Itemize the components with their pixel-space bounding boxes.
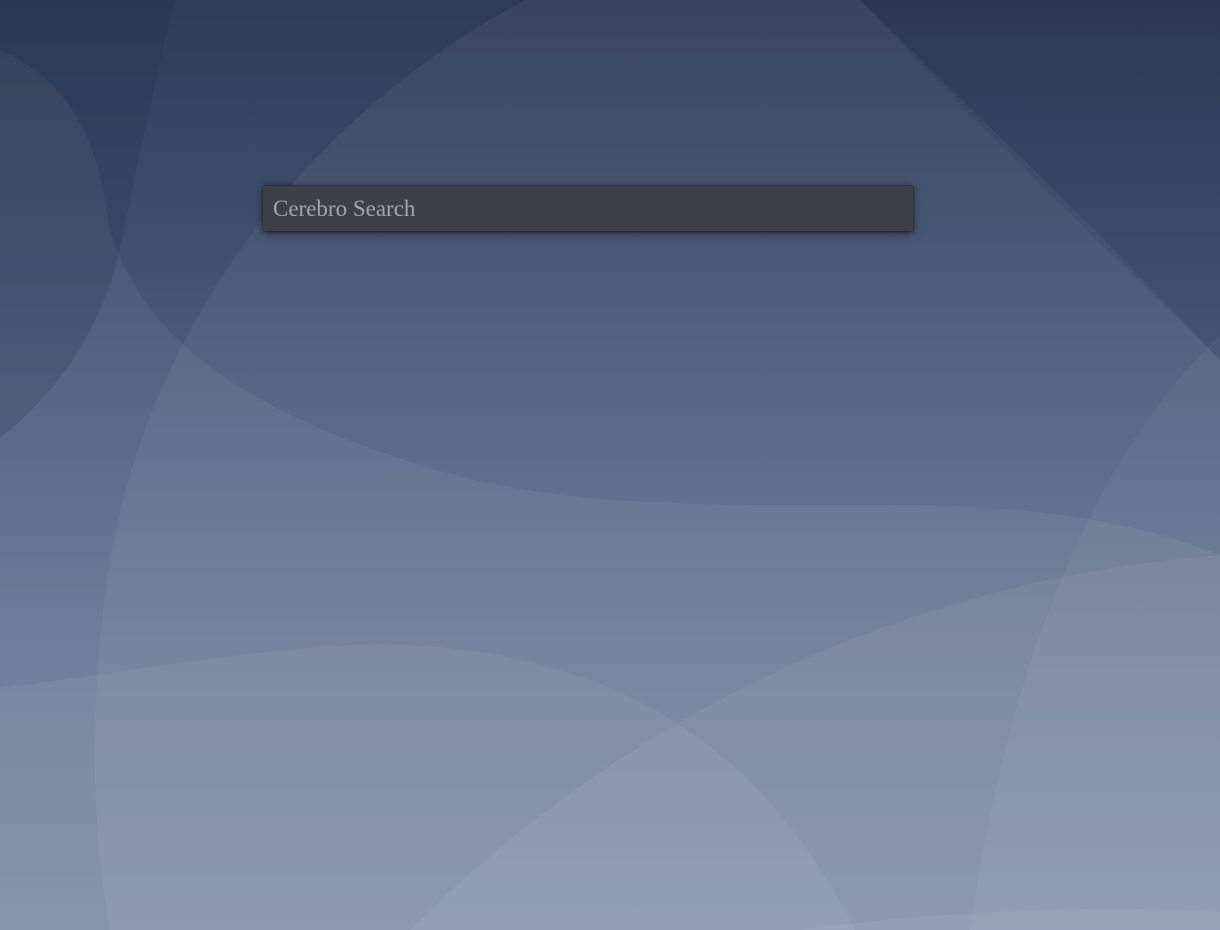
search-input[interactable]: [263, 186, 913, 231]
search-bar[interactable]: [263, 186, 913, 231]
desktop-wallpaper: [0, 0, 1220, 930]
